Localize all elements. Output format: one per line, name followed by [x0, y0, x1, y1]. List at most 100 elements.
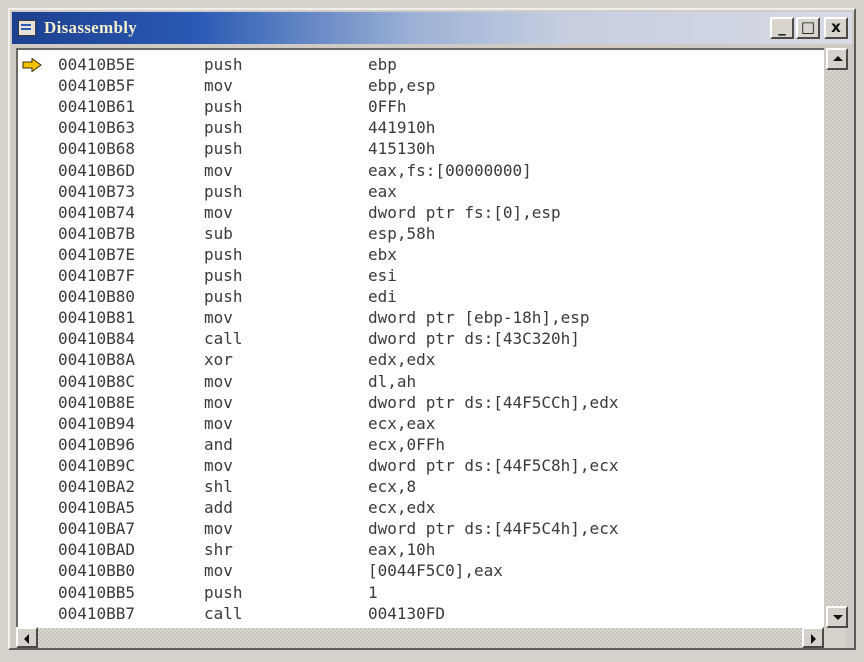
- row-mnemonic: call: [204, 329, 243, 349]
- row-operands: ecx,0FFh: [368, 434, 446, 454]
- row-mnemonic: mov: [204, 371, 233, 391]
- arrow-down-icon: [833, 615, 843, 620]
- row-address: 00410B9C: [58, 455, 136, 475]
- row-address: 00410B80: [58, 287, 136, 307]
- row-address: 00410B8C: [58, 371, 136, 391]
- arrow-left-icon: [24, 634, 29, 644]
- row-address: 00410B81: [58, 308, 136, 328]
- disassembly-window: Disassembly _ □ x 00410B5E push ebp 00410B5…: [8, 8, 856, 650]
- row-mnemonic: and: [204, 434, 233, 454]
- scroll-down-button[interactable]: [826, 606, 848, 628]
- maximize-button[interactable]: □: [796, 17, 820, 39]
- row-address: 00410BB0: [58, 561, 136, 581]
- row-address: 00410B73: [58, 181, 136, 201]
- window-title: Disassembly: [44, 18, 138, 37]
- row-operands: edx,edx: [368, 350, 436, 370]
- row-mnemonic: mov: [204, 413, 233, 433]
- row-mnemonic: mov: [204, 76, 233, 96]
- arrow-up-icon: [833, 56, 843, 61]
- row-operands: ebp,esp: [368, 76, 436, 96]
- row-operands: [0044F5C0],eax: [368, 561, 503, 581]
- row-mnemonic: mov: [204, 308, 233, 328]
- row-address: 00410B61: [58, 97, 136, 117]
- row-operands: eax,fs:[00000000]: [368, 160, 532, 180]
- close-button[interactable]: x: [824, 17, 848, 39]
- row-mnemonic: shr: [204, 540, 233, 560]
- row-mnemonic: push: [204, 97, 243, 117]
- row-operands: ecx,eax: [368, 413, 436, 433]
- row-operands: dword ptr ds:[44F5C4h],ecx: [368, 519, 619, 539]
- row-mnemonic: mov: [204, 202, 233, 222]
- row-mnemonic: add: [204, 498, 233, 518]
- current-instruction-arrow-icon: [22, 58, 42, 72]
- row-operands: 004130FD: [368, 603, 446, 623]
- row-operands: eax: [368, 181, 397, 201]
- row-operands: 1: [368, 582, 378, 602]
- row-operands: ebp: [368, 55, 397, 74]
- window-controls: _ □ x: [770, 17, 848, 39]
- row-address: 00410B63: [58, 118, 136, 138]
- size-grip[interactable]: [824, 628, 846, 648]
- row-mnemonic: push: [204, 181, 243, 201]
- row-address: 00410B7F: [58, 266, 136, 285]
- row-mnemonic: push: [204, 118, 243, 138]
- row-mnemonic: xor: [204, 350, 233, 370]
- horizontal-scrollbar[interactable]: [16, 627, 824, 648]
- row-operands: edi: [368, 287, 397, 307]
- row-operands: esp,58h: [368, 223, 436, 243]
- row-mnemonic: sub: [204, 223, 233, 243]
- row-mnemonic: push: [204, 287, 243, 307]
- row-address: 00410B8E: [58, 392, 136, 412]
- scroll-up-button[interactable]: [826, 48, 848, 70]
- row-operands: 441910h: [368, 118, 436, 138]
- row-address: 00410B7E: [58, 244, 136, 264]
- row-mnemonic: push: [204, 244, 243, 264]
- row-address: 00410BA5: [58, 498, 136, 518]
- row-mnemonic: push: [204, 55, 243, 74]
- row-address: 00410BA7: [58, 519, 136, 539]
- row-address: 00410B6D: [58, 160, 136, 180]
- row-operands: esi: [368, 266, 397, 285]
- row-address: 00410B84: [58, 329, 136, 349]
- row-operands: ebx: [368, 244, 397, 264]
- row-mnemonic: mov: [204, 455, 233, 475]
- row-operands: dword ptr ds:[44F5CCh],edx: [368, 392, 619, 412]
- row-mnemonic: mov: [204, 160, 233, 180]
- row-address: 00410B5E: [58, 55, 136, 74]
- row-mnemonic: shl: [204, 477, 233, 496]
- row-address: 00410B74: [58, 202, 136, 222]
- disassembly-code-area[interactable]: 00410B5E push ebp 00410B5F mov ebp,esp 00410B6…: [16, 48, 824, 628]
- row-operands: 0FFh: [368, 97, 407, 117]
- row-address: 00410B68: [58, 139, 136, 159]
- row-address: 00410BB5: [58, 582, 136, 602]
- vertical-scrollbar[interactable]: [826, 48, 848, 628]
- row-address: 00410BAD: [58, 540, 136, 560]
- window-app-icon[interactable]: [18, 20, 36, 36]
- row-mnemonic: mov: [204, 519, 233, 539]
- minimize-button[interactable]: _: [770, 17, 794, 39]
- row-operands: ecx,8: [368, 477, 417, 496]
- scroll-right-button[interactable]: [802, 627, 824, 648]
- row-operands: eax,10h: [368, 540, 436, 560]
- row-operands: ecx,edx: [368, 498, 436, 518]
- row-operands: dword ptr fs:[0],esp: [368, 202, 561, 222]
- title-bar[interactable]: Disassembly _ □ x: [12, 12, 852, 44]
- row-mnemonic: mov: [204, 561, 233, 581]
- row-mnemonic: call: [204, 603, 243, 623]
- row-operands: dword ptr ds:[44F5C8h],ecx: [368, 455, 619, 475]
- scroll-left-button[interactable]: [16, 627, 38, 648]
- row-address: 00410BB7: [58, 603, 136, 623]
- row-mnemonic: push: [204, 582, 243, 602]
- row-address: 00410B8A: [58, 350, 136, 370]
- row-address: 00410BA2: [58, 477, 136, 496]
- row-mnemonic: mov: [204, 392, 233, 412]
- row-mnemonic: push: [204, 266, 243, 285]
- row-mnemonic: push: [204, 139, 243, 159]
- row-address: 00410B96: [58, 434, 136, 454]
- arrow-right-icon: [811, 634, 816, 644]
- row-operands: dl,ah: [368, 371, 417, 391]
- row-address: 00410B5F: [58, 76, 136, 96]
- row-operands: dword ptr ds:[43C320h]: [368, 329, 580, 349]
- row-address: 00410B7B: [58, 223, 136, 243]
- row-operands: dword ptr [ebp-18h],esp: [368, 308, 590, 328]
